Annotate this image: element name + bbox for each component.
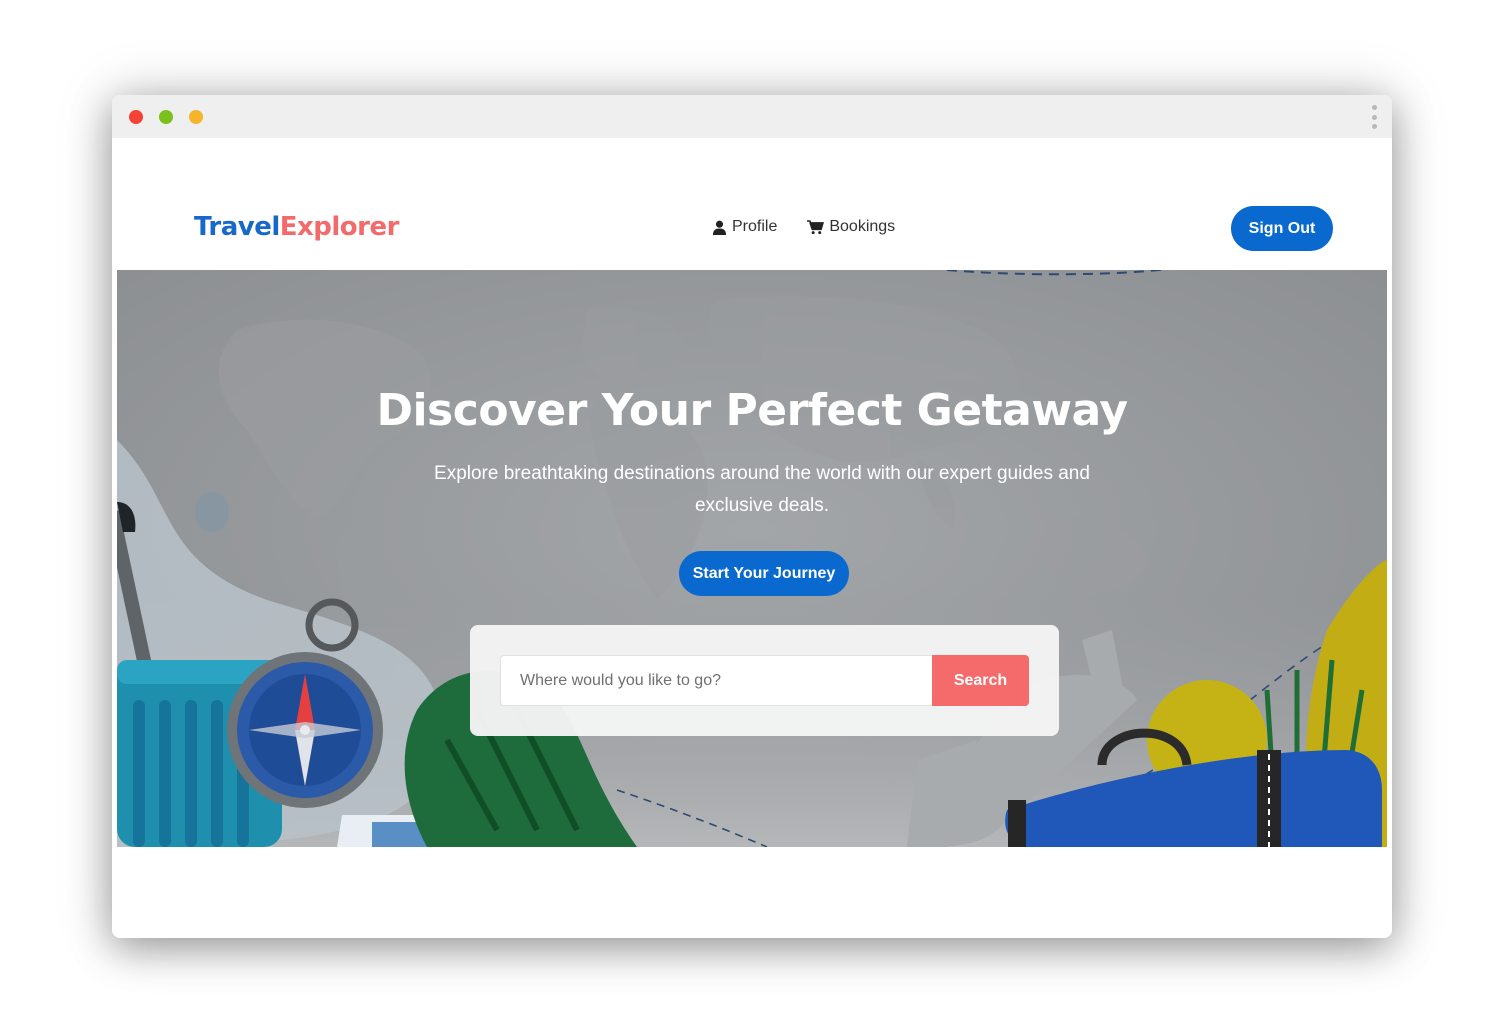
- search-card: Search: [470, 625, 1059, 736]
- kebab-menu-icon[interactable]: [1368, 105, 1380, 129]
- search-button[interactable]: Search: [932, 655, 1029, 706]
- nav-link-profile[interactable]: Profile: [712, 218, 777, 236]
- site-navbar: TravelExplorer Profile Bookings Sign Out: [112, 138, 1392, 270]
- close-window-button[interactable]: [129, 110, 143, 124]
- nav-links: Profile Bookings: [712, 218, 895, 236]
- title-bar: [112, 95, 1392, 138]
- logo-text-travel: Travel: [194, 212, 280, 242]
- nav-link-profile-label: Profile: [732, 218, 778, 235]
- start-journey-button[interactable]: Start Your Journey: [679, 551, 849, 596]
- site-logo[interactable]: TravelExplorer: [194, 212, 399, 242]
- user-icon: [712, 220, 727, 235]
- cart-icon: [807, 219, 825, 234]
- nav-link-bookings-label: Bookings: [829, 218, 896, 235]
- page: TravelExplorer Profile Bookings Sign Out…: [0, 0, 1504, 1018]
- minimize-window-button[interactable]: [159, 110, 173, 124]
- browser-window: TravelExplorer Profile Bookings Sign Out…: [112, 95, 1392, 938]
- logo-text-explorer: Explorer: [279, 212, 400, 242]
- hero-subtitle: Explore breathtaking destinations around…: [434, 463, 1090, 516]
- hero-section: Discover Your Perfect Getaway Explore br…: [117, 270, 1387, 847]
- maximize-window-button[interactable]: [189, 110, 203, 124]
- nav-link-bookings[interactable]: Bookings: [807, 218, 895, 236]
- sign-out-button[interactable]: Sign Out: [1231, 206, 1333, 251]
- destination-search-input[interactable]: [500, 655, 933, 706]
- hero-title: Discover Your Perfect Getaway: [376, 385, 1128, 436]
